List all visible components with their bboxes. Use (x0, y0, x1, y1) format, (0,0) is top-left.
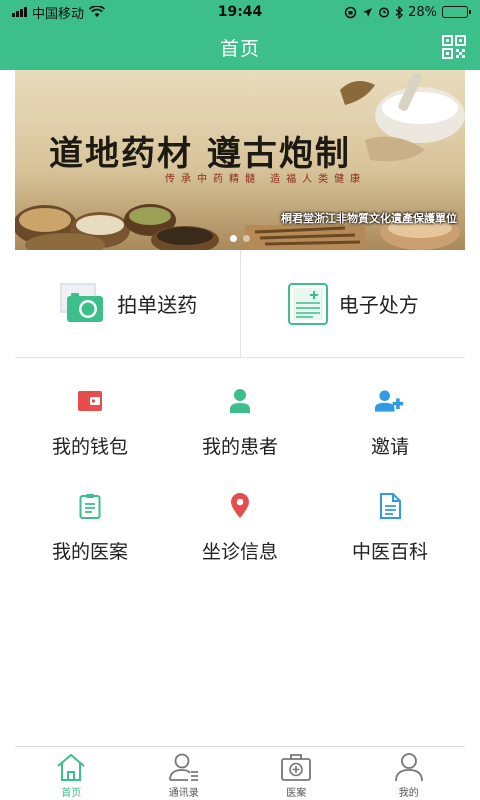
battery-percent: 28% (408, 4, 437, 20)
banner-title: 道地药材 遵古炮制 (49, 134, 351, 174)
my-patients-button[interactable]: 我的患者 (165, 370, 315, 475)
status-left: 中国移动 (12, 3, 106, 22)
tab-home-label: 首页 (61, 788, 82, 799)
photo-order-button[interactable]: 拍单送药 (15, 250, 240, 357)
tab-profile-label: 我的 (398, 788, 419, 799)
herb-mortar-image (340, 73, 465, 162)
invite-button[interactable]: 邀请 (315, 370, 465, 475)
clock: 19:44 (217, 4, 263, 20)
tab-bar: 首页 通讯录 医案 我的 (15, 746, 465, 800)
page-title: 首页 (219, 37, 260, 60)
medical-kit-icon (281, 754, 312, 781)
tcm-encyclopedia-button[interactable]: 中医百科 (315, 475, 465, 580)
my-patients-label: 我的患者 (201, 436, 278, 458)
qr-code-icon[interactable] (442, 35, 466, 59)
tab-home[interactable]: 首页 (15, 747, 128, 800)
tcm-encyclopedia-label: 中医百科 (351, 541, 428, 563)
status-right: 28% (344, 4, 471, 20)
carousel-indicator[interactable] (230, 235, 250, 242)
e-prescription-label: 电子处方 (338, 293, 419, 317)
promo-banner[interactable]: 道地药材 遵古炮制 传承中药精髓 造福人类健康 桐君堂浙江非物質文化遺產保護單位 (15, 70, 465, 250)
home-icon (57, 753, 85, 781)
profile-icon (394, 753, 423, 782)
signal-icon (12, 7, 27, 17)
document-icon (375, 491, 405, 521)
patient-icon (225, 386, 255, 416)
contacts-icon (168, 753, 198, 781)
orientation-lock-icon (344, 6, 357, 18)
app-header: 首页 (0, 24, 480, 70)
e-prescription-button[interactable]: 电子处方 (239, 250, 466, 357)
wifi-icon (89, 6, 106, 17)
photo-order-label: 拍单送药 (117, 293, 198, 317)
wallet-button[interactable]: 我的钱包 (15, 370, 165, 475)
carousel-dot[interactable] (230, 235, 237, 242)
tab-medical-cases-label: 医案 (286, 788, 307, 799)
banner-organization: 桐君堂浙江非物質文化遺產保護單位 (281, 212, 457, 225)
clinic-info-label: 坐诊信息 (201, 541, 278, 563)
location-arrow-icon (363, 7, 373, 17)
clipboard-icon (75, 491, 105, 521)
invite-label: 邀请 (370, 436, 409, 458)
tab-medical-cases[interactable]: 医案 (240, 747, 353, 800)
banner-subtitle: 传承中药精髓 造福人类健康 (165, 174, 367, 185)
camera-photo-icon (60, 282, 104, 322)
add-user-icon (375, 386, 405, 416)
feature-grid: 我的钱包 我的患者 邀请 我的医案 坐诊信息 中医百科 (15, 370, 465, 580)
my-cases-label: 我的医案 (51, 541, 128, 563)
wallet-icon (75, 386, 105, 416)
prescription-icon (287, 282, 328, 325)
my-cases-button[interactable]: 我的医案 (15, 475, 165, 580)
status-bar: 中国移动 19:44 28% (0, 0, 480, 24)
clinic-info-button[interactable]: 坐诊信息 (165, 475, 315, 580)
battery-icon (442, 6, 471, 18)
tab-contacts-label: 通讯录 (168, 788, 199, 799)
carousel-dot[interactable] (243, 235, 250, 242)
tab-contacts[interactable]: 通讯录 (128, 747, 241, 800)
primary-actions: 拍单送药 电子处方 (15, 250, 465, 358)
location-pin-icon (225, 491, 255, 521)
carrier-label: 中国移动 (32, 6, 85, 22)
bluetooth-icon (395, 5, 404, 19)
alarm-icon (379, 7, 390, 18)
wallet-label: 我的钱包 (51, 436, 128, 458)
tab-profile[interactable]: 我的 (353, 747, 466, 800)
